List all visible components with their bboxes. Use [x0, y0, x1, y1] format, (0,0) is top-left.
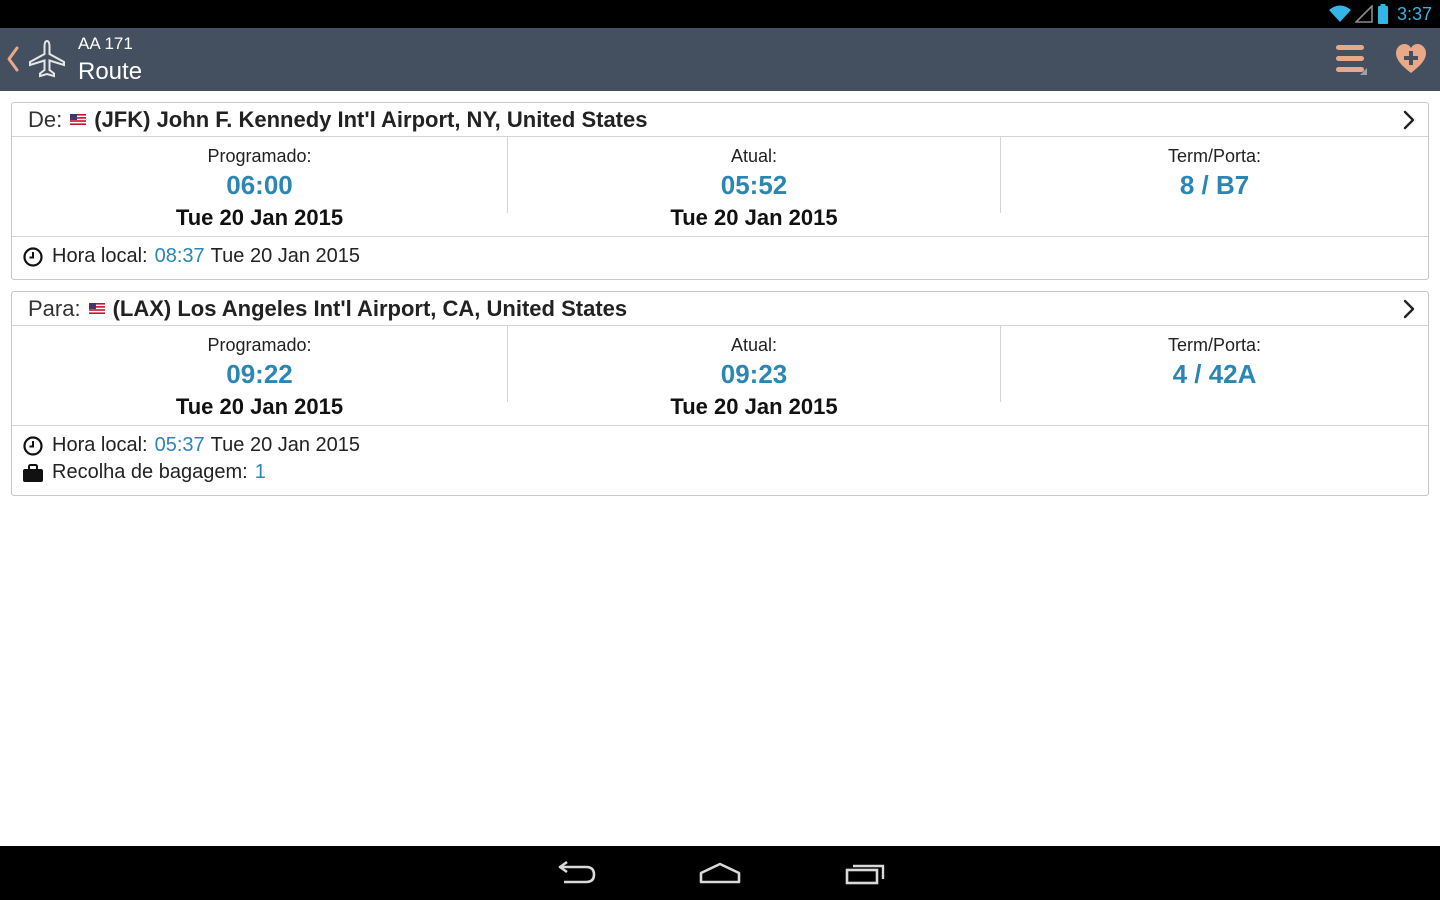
clock-icon [23, 435, 43, 456]
actual-label: Atual: [730, 146, 778, 166]
action-bar: AA 171 Route [0, 28, 1440, 91]
recent-apps-icon[interactable] [843, 858, 887, 888]
departure-airport: (JFK) John F. Kennedy Int'l Airport, NY,… [94, 106, 648, 132]
chevron-right-icon[interactable] [1402, 298, 1416, 320]
arrival-actual: Atual: 09:23 Tue 20 Jan 2015 [507, 326, 1000, 419]
departure-scheduled: Programado: 06:00 Tue 20 Jan 2015 [12, 137, 507, 230]
scheduled-label: Programado: [207, 335, 312, 355]
arrival-card: Para: (LAX) Los Angeles Int'l Airport, C… [11, 291, 1429, 496]
arrival-airport: (LAX) Los Angeles Int'l Airport, CA, Uni… [112, 295, 628, 321]
gate-label: Term/Porta: [1167, 335, 1262, 355]
local-time-row: Hora local: 05:37 Tue 20 Jan 2015 [22, 432, 1428, 459]
airplane-icon[interactable] [26, 38, 68, 80]
chevron-right-icon[interactable] [1402, 109, 1416, 131]
favorite-add-icon[interactable] [1394, 42, 1428, 76]
back-chevron-icon[interactable] [6, 45, 20, 73]
status-bar: 3:37 [0, 0, 1440, 28]
scheduled-label: Programado: [207, 146, 312, 166]
baggage-value: 1 [254, 461, 266, 483]
arrival-gate: Term/Porta: 4 / 42A [1000, 326, 1428, 402]
departure-info: Hora local: 08:37 Tue 20 Jan 2015 [12, 237, 1428, 270]
page-title: Route [78, 58, 143, 85]
scheduled-time: 06:00 [226, 170, 293, 200]
us-flag-icon [88, 303, 105, 314]
scheduled-date: Tue 20 Jan 2015 [175, 205, 344, 230]
local-time-value: 05:37 [154, 434, 205, 456]
departure-actual: Atual: 05:52 Tue 20 Jan 2015 [507, 137, 1000, 230]
menu-icon[interactable] [1333, 42, 1369, 78]
gate-value: 4 / 42A [1172, 359, 1257, 389]
battery-icon [1377, 4, 1388, 24]
actual-date: Tue 20 Jan 2015 [670, 205, 838, 230]
gate-value: 8 / B7 [1179, 170, 1250, 200]
scheduled-time: 09:22 [226, 359, 293, 389]
local-time-date: Tue 20 Jan 2015 [210, 434, 361, 456]
local-time-value: 08:37 [154, 245, 205, 267]
clock-time: 3:37 [1396, 4, 1432, 24]
actual-label: Atual: [730, 335, 778, 355]
arrival-prefix: Para: [28, 295, 81, 321]
baggage-row: Recolha de bagagem: 1 [22, 459, 1428, 486]
departure-header[interactable]: De: (JFK) John F. Kennedy Int'l Airport,… [12, 103, 1428, 137]
departure-times: Programado: 06:00 Tue 20 Jan 2015 Atual:… [12, 137, 1428, 237]
departure-gate: Term/Porta: 8 / B7 [1000, 137, 1428, 213]
flight-code: AA 171 [78, 34, 133, 53]
wifi-icon [1328, 5, 1351, 22]
clock-icon [23, 246, 43, 267]
departure-card: De: (JFK) John F. Kennedy Int'l Airport,… [11, 102, 1429, 280]
local-time-label: Hora local: [52, 434, 148, 456]
us-flag-icon [70, 114, 87, 125]
actual-time: 05:52 [720, 170, 788, 200]
local-time-label: Hora local: [52, 245, 148, 267]
navigation-bar [0, 846, 1440, 900]
departure-prefix: De: [28, 106, 63, 132]
local-time-row: Hora local: 08:37 Tue 20 Jan 2015 [22, 243, 1428, 270]
arrival-scheduled: Programado: 09:22 Tue 20 Jan 2015 [12, 326, 507, 419]
local-time-date: Tue 20 Jan 2015 [210, 245, 361, 267]
briefcase-icon [23, 463, 43, 482]
back-icon[interactable] [554, 858, 598, 888]
actual-time: 09:23 [720, 359, 788, 389]
scheduled-date: Tue 20 Jan 2015 [175, 394, 344, 419]
signal-icon [1354, 5, 1373, 23]
home-icon[interactable] [698, 858, 742, 888]
gate-label: Term/Porta: [1167, 146, 1262, 166]
arrival-header[interactable]: Para: (LAX) Los Angeles Int'l Airport, C… [12, 292, 1428, 326]
actual-date: Tue 20 Jan 2015 [670, 394, 838, 419]
arrival-times: Programado: 09:22 Tue 20 Jan 2015 Atual:… [12, 326, 1428, 426]
arrival-info: Hora local: 05:37 Tue 20 Jan 2015 Recolh… [12, 426, 1428, 486]
baggage-label: Recolha de bagagem: [52, 461, 248, 483]
